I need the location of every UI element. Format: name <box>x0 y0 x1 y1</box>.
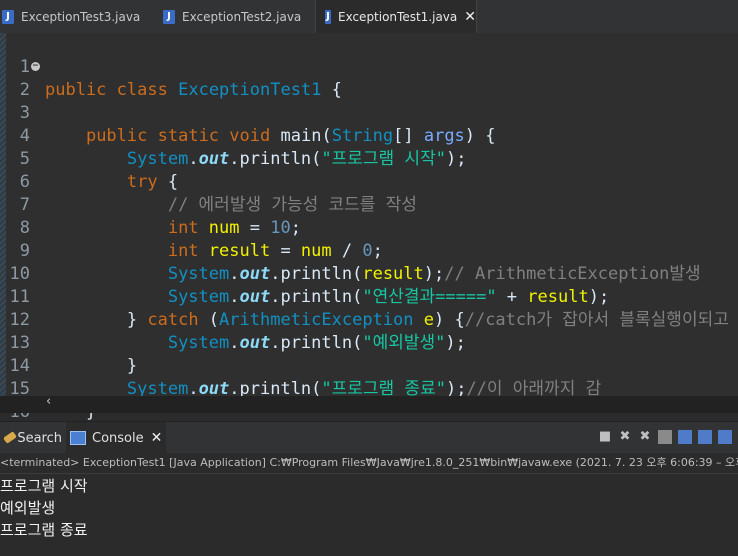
tab-exceptiontest1[interactable]: J ExceptionTest1.java ✕ <box>315 0 477 33</box>
console-output-line: 프로그램 시작 <box>0 477 88 495</box>
tab-label: ExceptionTest2.java <box>182 9 302 24</box>
code-line-1: 1 public class ExceptionTest1 { <box>0 33 738 100</box>
bottom-panel-tab-bar: Search Console ✕ ■ ✖ ✖ <box>0 421 738 454</box>
code-line-5: 5 try { <box>0 125 738 192</box>
console-process-label: <terminated> ExceptionTest1 [Java Applic… <box>0 453 738 474</box>
tab-label: ExceptionTest1.java <box>337 9 458 24</box>
close-icon[interactable]: ✕ <box>464 9 476 25</box>
code-line-15: 15 } <box>0 355 738 422</box>
code-line-2: 2 − public static void main(String[] arg… <box>0 56 738 147</box>
java-file-icon: J <box>163 9 175 24</box>
tab-label: Console <box>92 430 144 446</box>
code-line-3: 3 <box>0 79 738 123</box>
code-editor[interactable]: 1 public class ExceptionTest1 { 2 − publ… <box>0 33 738 445</box>
scroll-left-icon[interactable]: ‹ <box>46 394 51 409</box>
code-line-13: 13 } <box>0 309 738 376</box>
code-line-11: 11 } catch (ArithmeticException e) {//ca… <box>0 263 738 330</box>
console-output-line: 프로그램 종료 <box>0 521 88 539</box>
remove-launch-icon[interactable]: ✖ <box>618 430 632 444</box>
search-icon <box>3 431 12 445</box>
code-line-7: 7 int num = 10; <box>0 171 738 238</box>
code-line-4: 4 System.out.println("프로그램 시작"); <box>0 102 738 169</box>
horizontal-scrollbar[interactable]: ‹ <box>0 394 738 413</box>
clear-console-icon[interactable] <box>658 430 672 444</box>
code-line-12: 12 System.out.println("예외발생"); <box>0 286 738 353</box>
code-line-10: 10 System.out.println("연산결과=====" + resu… <box>0 240 738 307</box>
console-toolbar: ■ ✖ ✖ <box>598 430 732 444</box>
code-line-14: 14 System.out.println("프로그램 종료");//이 아래까… <box>0 332 738 399</box>
tab-label: ExceptionTest3.java <box>21 9 141 24</box>
java-file-icon: J <box>325 9 331 24</box>
java-file-icon: J <box>2 9 14 24</box>
tab-exceptiontest2[interactable]: J ExceptionTest2.java <box>163 0 313 33</box>
console-output-line: 예외발생 <box>0 499 56 517</box>
code-line-6: 6 // 에러발생 가능성 코드를 작성 <box>0 148 738 215</box>
editor-tab-bar: J ExceptionTest3.java J ExceptionTest2.j… <box>0 0 738 34</box>
close-icon[interactable]: ✕ <box>151 430 163 446</box>
console-view[interactable]: <terminated> ExceptionTest1 [Java Applic… <box>0 453 738 556</box>
tab-search[interactable]: Search <box>0 422 62 454</box>
console-icon <box>70 431 86 445</box>
code-line-8: 8 int result = num / 0; <box>0 194 738 261</box>
tab-console[interactable]: Console ✕ <box>66 422 166 454</box>
tab-exceptiontest3[interactable]: J ExceptionTest3.java <box>2 0 150 33</box>
display-console-icon[interactable] <box>718 430 732 444</box>
terminate-icon[interactable]: ■ <box>598 430 612 444</box>
fold-toggle-icon[interactable]: − <box>31 62 40 71</box>
code-line-9: 9 System.out.println(result);// Arithmet… <box>0 217 738 284</box>
scroll-lock-icon[interactable] <box>678 430 692 444</box>
remove-all-terminated-icon[interactable]: ✖ <box>638 430 652 444</box>
tab-label: Search <box>17 430 62 446</box>
pin-console-icon[interactable] <box>698 430 712 444</box>
